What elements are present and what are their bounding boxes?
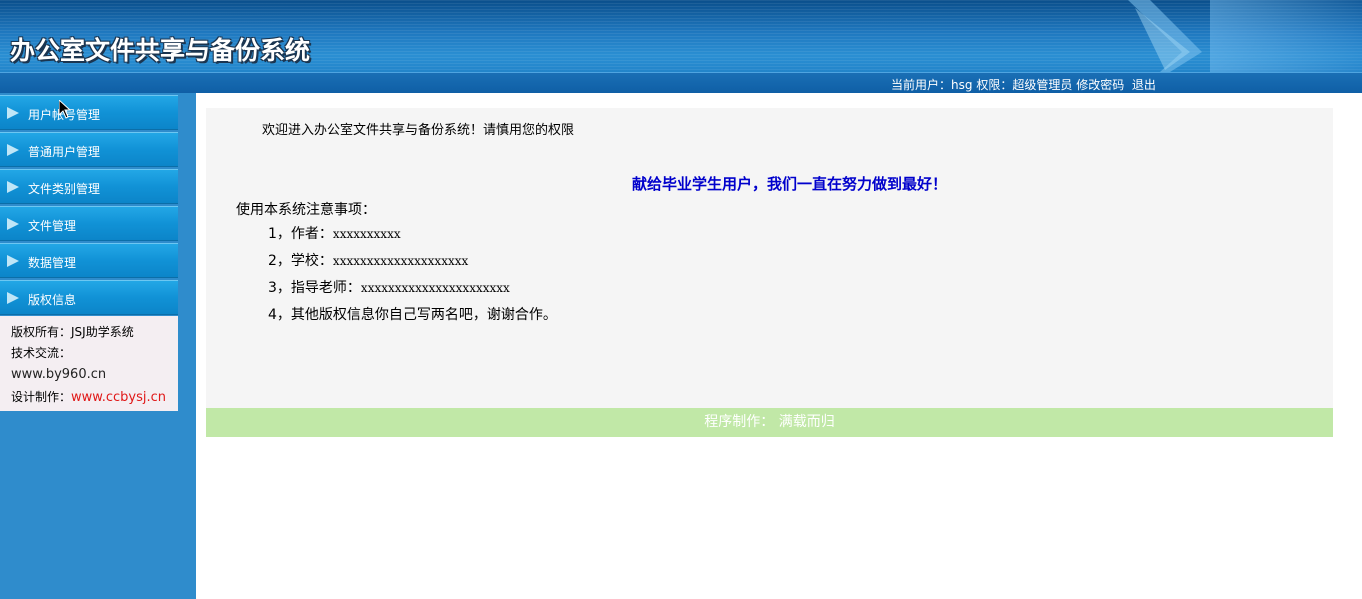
- site-link[interactable]: www.by960.cn: [11, 367, 106, 382]
- copyright-owner: 版权所有：JSJ助学系统: [11, 325, 134, 339]
- slogan: 献给毕业学生用户，我们一直在努力做到最好！: [631, 175, 947, 193]
- sidebar-menu: 用户帐号管理 普通用户管理 文件类别管理 文件管理 数据管理 版权信息: [0, 95, 178, 317]
- design-site-link[interactable]: www.ccbysj.cn: [71, 390, 166, 405]
- arrow-right-icon: [7, 144, 19, 156]
- sidebar-item-files[interactable]: 文件管理: [0, 206, 178, 241]
- main-content-panel: 欢迎进入办公室文件共享与备份系统！请慎用您的权限 献给毕业学生用户，我们一直在努…: [206, 108, 1333, 408]
- arrow-right-icon: [7, 218, 19, 230]
- user-status: 当前用户：hsg 权限：超级管理员 修改密码 退出: [891, 76, 1156, 93]
- notice-prefix: 3，指导老师：: [268, 280, 361, 296]
- footer-credit-bar: 程序制作： 满载而归: [206, 408, 1333, 437]
- header-arrow-decoration: [1128, 0, 1202, 72]
- list-item: 3，指导老师：xxxxxxxxxxxxxxxxxxxxxx: [268, 277, 557, 304]
- tech-exchange-label: 技术交流：: [11, 346, 72, 360]
- notice-prefix: 4，其他版权信息你自己写两名吧，谢谢合作。: [268, 307, 557, 323]
- arrow-right-icon: [7, 181, 19, 193]
- permission-value: 超级管理员: [1012, 78, 1073, 92]
- design-label: 设计制作：: [11, 390, 72, 404]
- logout-link[interactable]: 退出: [1132, 78, 1156, 92]
- sidebar-item-label: 数据管理: [28, 256, 77, 270]
- notice-value: xxxxxxxxxxxxxxxxxxxxxx: [360, 281, 510, 295]
- current-user-label: 当前用户：: [891, 78, 952, 92]
- sidebar-item-label: 文件管理: [28, 219, 77, 233]
- sidebar-item-file-categories[interactable]: 文件类别管理: [0, 169, 178, 204]
- arrow-right-icon: [7, 255, 19, 267]
- mouse-cursor-icon: [59, 100, 71, 119]
- copyright-info-box: 版权所有：JSJ助学系统 技术交流： www.by960.cn 设计制作：www…: [0, 316, 178, 411]
- sidebar-item-label: 文件类别管理: [28, 182, 101, 196]
- header-user-bar: [0, 72, 1362, 93]
- sidebar: 用户帐号管理 普通用户管理 文件类别管理 文件管理 数据管理 版权信息 版权所有…: [0, 93, 196, 599]
- notice-value: xxxxxxxxxx: [332, 227, 401, 241]
- notice-prefix: 2，学校：: [268, 253, 333, 269]
- design-credit: 设计制作：www.ccbysj.cn: [11, 388, 166, 405]
- sidebar-item-label: 版权信息: [28, 293, 77, 307]
- list-item: 4，其他版权信息你自己写两名吧，谢谢合作。: [268, 304, 557, 331]
- arrow-right-icon: [7, 107, 19, 119]
- notice-list: 1，作者：xxxxxxxxxx 2，学校：xxxxxxxxxxxxxxxxxxx…: [268, 223, 557, 331]
- current-user-name: hsg: [951, 78, 973, 92]
- list-item: 1，作者：xxxxxxxxxx: [268, 223, 557, 250]
- sidebar-item-normal-users[interactable]: 普通用户管理: [0, 132, 178, 167]
- welcome-message: 欢迎进入办公室文件共享与备份系统！请慎用您的权限: [262, 123, 575, 138]
- list-item: 2，学校：xxxxxxxxxxxxxxxxxxxx: [268, 250, 557, 277]
- sidebar-item-copyright[interactable]: 版权信息: [0, 280, 178, 315]
- notice-title: 使用本系统注意事项：: [236, 202, 376, 218]
- site-title: 办公室文件共享与备份系统: [10, 36, 311, 65]
- header-light-panel: [1210, 0, 1362, 72]
- permission-label: 权限：: [976, 78, 1013, 92]
- sidebar-item-data[interactable]: 数据管理: [0, 243, 178, 278]
- notice-value: xxxxxxxxxxxxxxxxxxxx: [332, 254, 469, 268]
- arrow-right-icon: [7, 292, 19, 304]
- sidebar-item-user-accounts[interactable]: 用户帐号管理: [0, 95, 178, 130]
- notice-prefix: 1，作者：: [268, 226, 333, 242]
- change-password-link[interactable]: 修改密码: [1076, 78, 1124, 92]
- sidebar-item-label: 普通用户管理: [28, 145, 101, 159]
- header-banner: 办公室文件共享与备份系统 当前用户：hsg 权限：超级管理员 修改密码 退出: [0, 0, 1362, 93]
